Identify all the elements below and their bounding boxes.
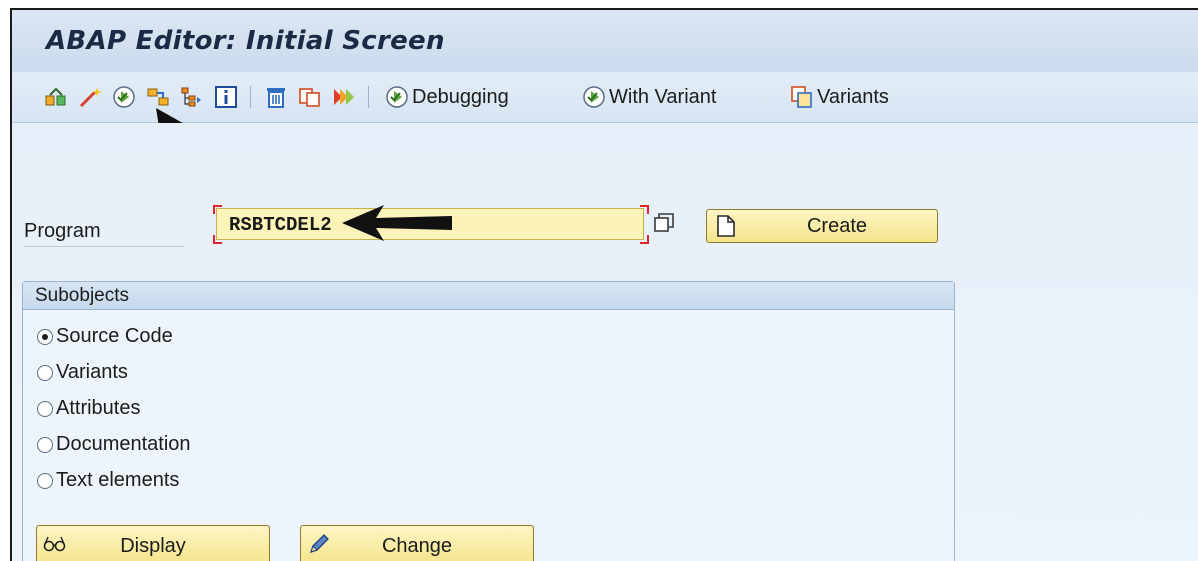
required-marker [213, 235, 222, 244]
required-marker [213, 205, 222, 214]
debugging-button[interactable]: Debugging [385, 82, 509, 112]
wizard-icon[interactable] [78, 85, 102, 109]
radio-documentation[interactable]: Documentation [37, 433, 191, 456]
required-marker [640, 205, 649, 214]
window-title: ABAP Editor: Initial Screen [46, 26, 445, 56]
with-variant-button[interactable]: With Variant [582, 82, 716, 112]
sap-window: ABAP Editor: Initial Screen Debugging Wi… [10, 8, 1198, 561]
radio-attributes[interactable]: Attributes [37, 397, 140, 420]
radio-button-selected[interactable] [37, 328, 53, 345]
radio-label: Attributes [56, 397, 141, 419]
variants-button[interactable]: Variants [790, 82, 889, 112]
display-label: Display [120, 535, 186, 557]
variants-label: Variants [817, 85, 889, 108]
subobjects-title: Subobjects [23, 282, 954, 310]
radio-label: Documentation [56, 433, 191, 455]
required-marker [640, 235, 649, 244]
display-button[interactable]: Display [36, 525, 270, 561]
annotation-arrow-program [342, 205, 452, 241]
delete-icon[interactable] [264, 85, 288, 109]
execute-icon [386, 86, 408, 108]
radio-button[interactable] [37, 436, 53, 453]
radio-label: Source Code [56, 325, 173, 347]
copy-icon[interactable] [298, 85, 322, 109]
subobjects-group: Subobjects Source Code Variants Attribut… [22, 281, 955, 561]
toolbar-separator [368, 86, 369, 108]
radio-button[interactable] [37, 364, 53, 381]
execute-icon [583, 86, 605, 108]
other-object-icon[interactable] [44, 85, 68, 109]
toolbar-separator [250, 86, 251, 108]
radio-source-code[interactable]: Source Code [37, 325, 173, 348]
program-label: Program [24, 220, 184, 247]
change-button[interactable]: Change [300, 525, 534, 561]
radio-button[interactable] [37, 400, 53, 417]
execute-icon[interactable] [112, 85, 136, 109]
radio-label: Variants [56, 361, 128, 383]
create-label: Create [806, 215, 868, 237]
selection-screen: Program RSBTCDEL2 Create Subobjects Sour… [12, 123, 1198, 561]
radio-label: Text elements [56, 469, 180, 491]
radio-button[interactable] [37, 472, 53, 489]
rename-icon[interactable] [332, 85, 356, 109]
variants-icon [791, 86, 812, 108]
change-label: Change [381, 535, 453, 557]
with-variant-label: With Variant [609, 85, 717, 108]
radio-variants[interactable]: Variants [37, 361, 128, 384]
radio-text-elements[interactable]: Text elements [37, 469, 179, 492]
title-bar: ABAP Editor: Initial Screen [12, 10, 1198, 72]
debugging-label: Debugging [412, 85, 509, 108]
create-button[interactable]: Create [706, 209, 938, 243]
value-help-icon[interactable] [652, 211, 676, 235]
